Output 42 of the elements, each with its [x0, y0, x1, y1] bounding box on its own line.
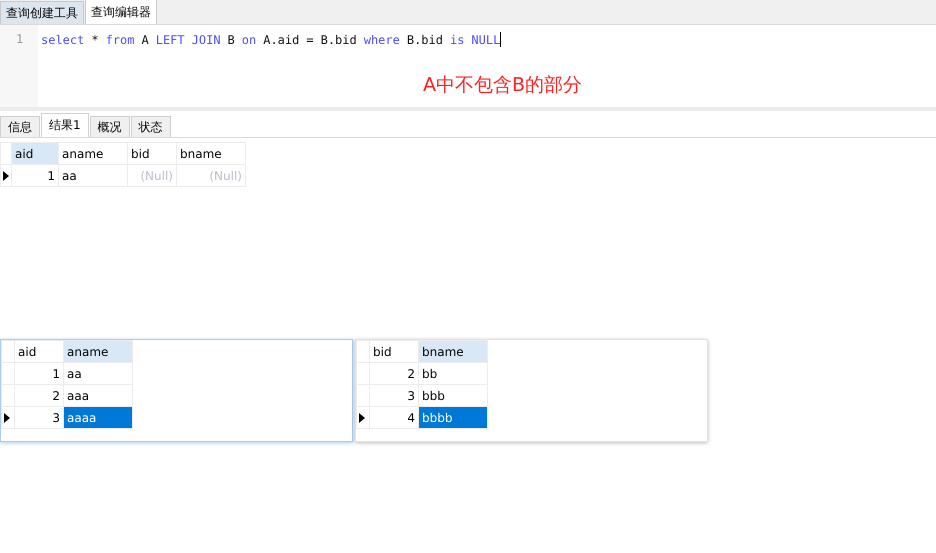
- annotation-text: A中不包含B的部分: [423, 73, 582, 98]
- sql-keyword: from: [106, 32, 134, 46]
- editor-tab[interactable]: 查询创建工具: [0, 1, 84, 24]
- table-cell[interactable]: 3: [370, 384, 418, 406]
- sql-text: B: [228, 32, 235, 46]
- table-cell[interactable]: bb: [418, 362, 488, 384]
- column-header[interactable]: aid: [12, 142, 58, 164]
- sql-keyword: on: [242, 32, 256, 46]
- column-header[interactable]: bname: [176, 142, 246, 164]
- table-cell[interactable]: aaaa: [64, 406, 132, 428]
- table-cell[interactable]: 1: [14, 362, 64, 384]
- sql-keyword: NULL: [471, 32, 500, 46]
- sql-keyword: JOIN: [192, 32, 221, 46]
- sql-text: A: [142, 32, 149, 46]
- result-tab[interactable]: 概况: [90, 116, 130, 137]
- table-cell[interactable]: bbbb: [418, 406, 488, 428]
- column-header[interactable]: aid: [14, 340, 64, 362]
- sql-keyword: is: [450, 32, 464, 46]
- column-header[interactable]: bid: [370, 340, 418, 362]
- column-header[interactable]: aname: [64, 340, 132, 362]
- column-header[interactable]: bid: [128, 142, 176, 164]
- result-tab[interactable]: 结果1: [41, 113, 89, 137]
- table-cell[interactable]: 1: [12, 164, 58, 186]
- sql-text: B.bid: [320, 32, 357, 46]
- sql-keyword: where: [364, 32, 400, 46]
- sql-text: B.bid: [406, 32, 443, 46]
- sql-text: =: [306, 32, 314, 46]
- result-tab[interactable]: 状态: [130, 116, 171, 137]
- column-header[interactable]: bname: [418, 340, 488, 362]
- column-header[interactable]: aname: [58, 142, 128, 164]
- editor-tab[interactable]: 查询编辑器: [85, 0, 157, 24]
- table-cell[interactable]: 2: [14, 384, 64, 406]
- table-cell[interactable]: 2: [370, 362, 418, 384]
- result-tab[interactable]: 信息: [0, 116, 40, 137]
- sql-text: A.aid: [263, 32, 300, 46]
- table-cell[interactable]: aa: [58, 164, 128, 186]
- sql-keyword: LEFT: [156, 32, 185, 46]
- table-cell[interactable]: aa: [64, 362, 132, 384]
- sql-keyword: select: [41, 32, 84, 46]
- line-number: 1: [15, 31, 24, 46]
- text-cursor: [500, 32, 502, 47]
- sql-text: *: [91, 32, 99, 46]
